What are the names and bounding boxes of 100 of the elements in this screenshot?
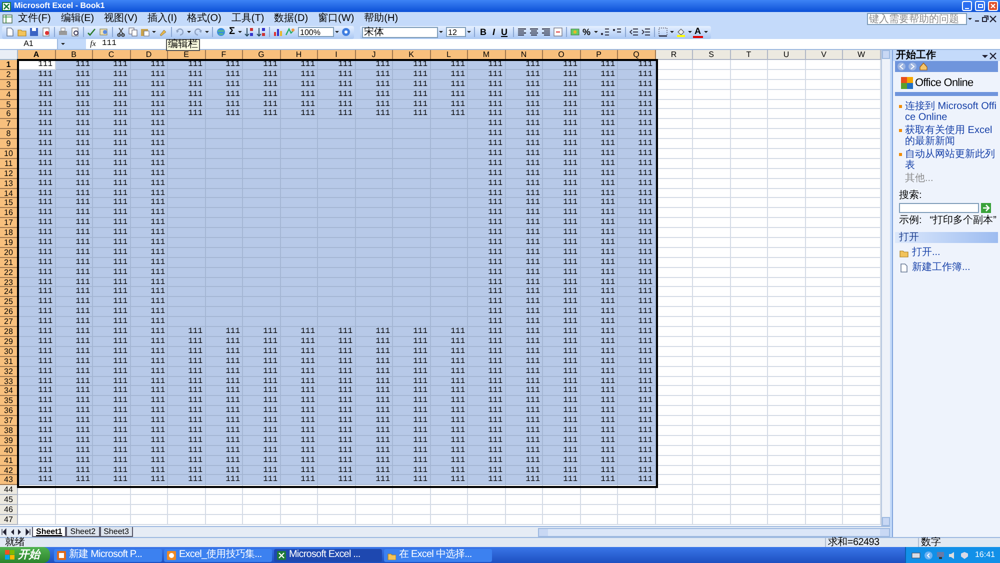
menu-item[interactable]: 插入(I) (142, 14, 182, 24)
sheet-tab[interactable]: Sheet3 (100, 527, 133, 537)
taskbar-button[interactable]: Microsoft Excel ... (274, 548, 382, 562)
menu-item[interactable]: 帮助(H) (359, 14, 404, 24)
task-pane-link[interactable]: 获取有关使用 Excel 的最新新闻 (905, 125, 997, 147)
column-header[interactable]: I (318, 50, 356, 60)
chart-wizard-icon[interactable] (273, 27, 284, 37)
row-header[interactable]: 35 (0, 396, 18, 406)
search-field[interactable] (899, 203, 979, 213)
column-header[interactable]: V (806, 50, 843, 60)
sheet-tab[interactable]: Sheet2 (66, 527, 100, 537)
row-header[interactable]: 46 (0, 505, 18, 515)
align-left-icon[interactable] (516, 27, 527, 37)
menu-item[interactable]: 格式(O) (182, 14, 226, 24)
row-header[interactable]: 25 (0, 297, 18, 308)
column-header[interactable]: A (18, 50, 56, 60)
paste-icon[interactable] (140, 27, 150, 37)
font-field[interactable]: 宋体 (362, 26, 438, 38)
increase-decimal-icon[interactable] (600, 27, 610, 37)
chevron-icon[interactable] (924, 550, 933, 560)
dropdown-caret-icon[interactable] (204, 28, 210, 36)
zoom-field[interactable]: 100% (298, 27, 334, 37)
dropdown-caret-icon[interactable] (151, 28, 157, 36)
align-center-icon[interactable] (528, 27, 539, 37)
spelling-icon[interactable] (87, 27, 97, 37)
currency-icon[interactable] (570, 27, 580, 37)
row-header[interactable]: 10 (0, 149, 18, 159)
menu-item[interactable]: 文件(F) (13, 14, 56, 24)
taskbar-button[interactable]: 在 Excel 中选择... (384, 548, 492, 562)
row-header[interactable]: 43 (0, 475, 18, 486)
align-right-icon[interactable] (540, 27, 551, 37)
help-search-field[interactable]: 键入需要帮助的问题 (867, 12, 967, 24)
back-icon[interactable] (897, 62, 906, 71)
forward-icon[interactable] (908, 62, 917, 71)
dropdown-caret-icon[interactable] (668, 28, 675, 36)
column-header[interactable]: C (93, 50, 130, 60)
italic-button[interactable]: I (490, 28, 498, 36)
percent-button[interactable]: % (580, 28, 593, 36)
row-header[interactable]: 6 (0, 109, 18, 120)
row-header[interactable]: 44 (0, 485, 18, 496)
taskbar-button[interactable]: Excel_使用技巧集... (164, 548, 272, 562)
menu-item[interactable]: 数据(D) (269, 14, 314, 24)
column-header[interactable]: R (656, 50, 693, 60)
dropdown-caret-icon[interactable] (237, 28, 244, 36)
indent-icon[interactable] (640, 27, 651, 37)
new-document-icon[interactable] (5, 27, 15, 37)
row-header[interactable]: 24 (0, 287, 18, 298)
network-icon[interactable] (910, 551, 921, 559)
first-sheet-icon[interactable] (0, 528, 8, 536)
print-preview-icon[interactable] (70, 27, 80, 37)
help-icon[interactable] (341, 27, 352, 37)
sheet-tab[interactable]: Sheet1 (32, 527, 66, 537)
font-size-field[interactable]: 12 (446, 27, 466, 37)
column-header[interactable]: U (768, 50, 806, 60)
menu-item[interactable]: 窗口(W) (313, 14, 360, 24)
merge-cells-icon[interactable] (552, 27, 563, 37)
row-header[interactable]: 7 (0, 119, 18, 130)
close-icon[interactable] (989, 52, 997, 60)
row-header[interactable]: 1 (0, 60, 18, 70)
dropdown-caret-icon[interactable] (703, 28, 710, 36)
restore-icon[interactable] (981, 14, 989, 22)
close-button[interactable] (988, 1, 998, 11)
permission-icon[interactable] (41, 27, 51, 37)
borders-icon[interactable] (658, 27, 668, 37)
copy-icon[interactable] (128, 27, 138, 37)
column-header[interactable]: Q (618, 50, 656, 60)
row-header[interactable]: 36 (0, 406, 18, 416)
row-header[interactable]: 9 (0, 139, 18, 150)
row-header[interactable]: 27 (0, 317, 18, 328)
research-icon[interactable] (99, 27, 109, 37)
row-header[interactable]: 37 (0, 416, 18, 426)
taskbar-button[interactable]: 新建 Microsoft P... (54, 548, 162, 562)
name-box-dropdown-icon[interactable] (60, 40, 66, 48)
menu-item[interactable]: 工具(T) (226, 14, 270, 24)
hyperlink-icon[interactable] (216, 27, 226, 37)
close-icon[interactable] (989, 14, 997, 22)
last-sheet-icon[interactable] (24, 528, 32, 536)
search-go-button[interactable] (981, 203, 991, 213)
workbook-icon[interactable] (2, 14, 13, 24)
horizontal-scrollbar[interactable] (538, 528, 890, 536)
dropdown-caret-icon[interactable] (592, 28, 599, 36)
dropdown-caret-icon[interactable] (686, 28, 693, 36)
task-pane-link[interactable]: 连接到 Microsoft Office Online (905, 101, 997, 123)
row-header[interactable]: 28 (0, 327, 18, 337)
column-header[interactable]: G (243, 50, 280, 60)
row-header[interactable]: 47 (0, 514, 18, 525)
row-header[interactable]: 15 (0, 198, 18, 208)
outdent-icon[interactable] (628, 27, 639, 37)
insert-function-button[interactable]: fx (86, 40, 100, 48)
column-header[interactable]: K (393, 50, 430, 60)
column-header[interactable]: W (843, 50, 880, 60)
save-icon[interactable] (29, 27, 39, 37)
row-header[interactable]: 18 (0, 228, 18, 238)
row-header[interactable]: 45 (0, 495, 18, 506)
task-pane-link[interactable]: 自动从网站更新此列表 (905, 149, 997, 171)
column-header[interactable]: S (693, 50, 730, 60)
minimize-button[interactable] (962, 1, 972, 11)
formula-field[interactable]: 111 (102, 40, 116, 48)
row-header[interactable]: 8 (0, 129, 18, 140)
underline-button[interactable]: U (498, 28, 511, 36)
